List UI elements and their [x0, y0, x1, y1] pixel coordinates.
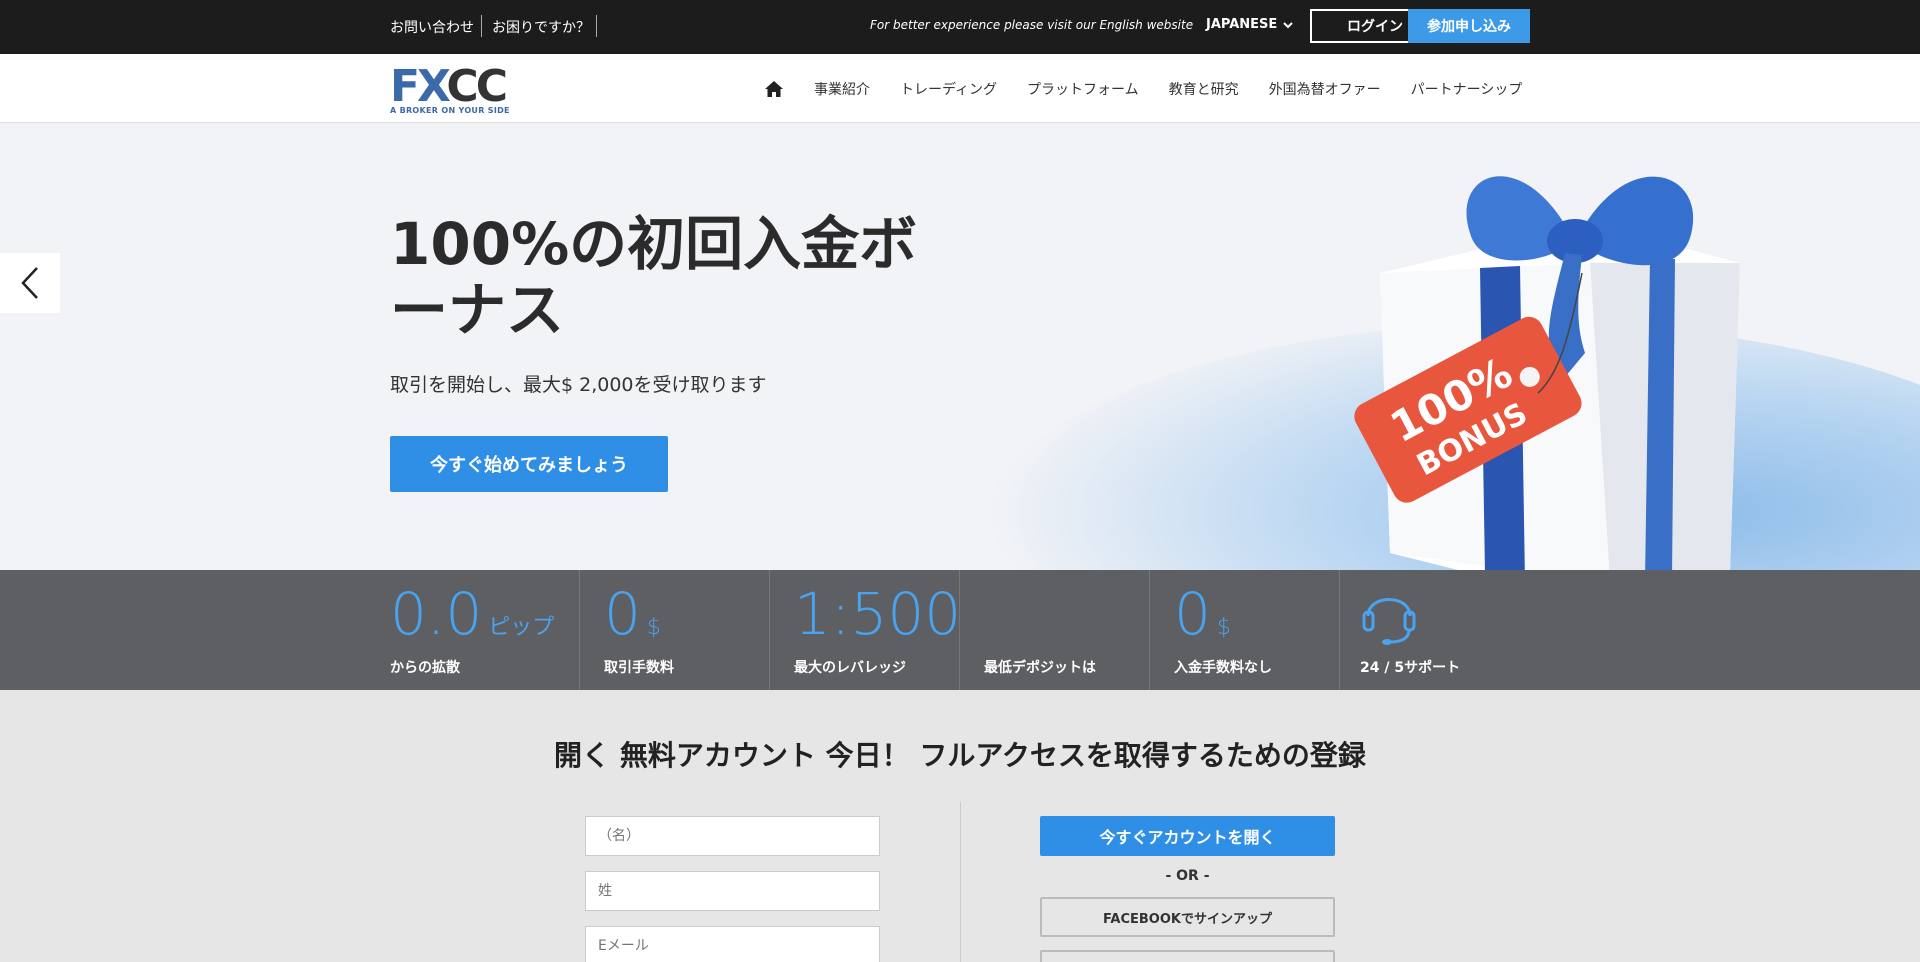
fxcc-logo[interactable]: FXCC A BROKER ON YOUR SIDE — [390, 61, 525, 116]
language-label: JAPANESE — [1206, 17, 1278, 32]
nav-item-about[interactable]: 事業紹介 — [814, 79, 870, 99]
stat-value: 0 $ — [604, 580, 661, 648]
stat-label: 入金手数料なし — [1174, 660, 1272, 676]
open-account-button[interactable]: 今すぐアカウントを開く — [1040, 816, 1335, 856]
stat-value: 0.0 ピップ — [390, 580, 555, 648]
home-icon[interactable] — [764, 80, 784, 98]
stat-value: 1:500 — [794, 580, 962, 648]
carousel-prev-button[interactable] — [0, 253, 60, 313]
hero-title: 100%の初回入金ボーナス — [390, 210, 918, 344]
nav-item-education[interactable]: 教育と研究 — [1169, 79, 1239, 99]
stat-label: 最低デポジットは — [984, 660, 1096, 676]
hero-banner: 100%の初回入金ボーナス 取引を開始し、最大$ 2,000を受け取ります 今す… — [0, 123, 1920, 570]
top-bar: お問い合わせ お困りですか？ For better experience ple… — [0, 0, 1920, 54]
hero-subtitle: 取引を開始し、最大$ 2,000を受け取ります — [390, 374, 767, 396]
facebook-signup-button[interactable]: FACEBOOKでサインアップ — [1040, 897, 1335, 937]
contact-link[interactable]: お問い合わせ — [390, 17, 474, 37]
get-started-button[interactable]: 今すぐ始めてみましょう — [390, 436, 668, 492]
main-nav: 事業紹介 トレーディング プラットフォーム 教育と研究 外国為替オファー パート… — [764, 54, 1522, 123]
logo-tagline: A BROKER ON YOUR SIDE — [390, 106, 510, 115]
nav-item-platform[interactable]: プラットフォーム — [1027, 79, 1139, 99]
nav-item-partnership[interactable]: パートナーシップ — [1411, 79, 1523, 99]
email-input[interactable] — [585, 926, 880, 962]
stat-value — [984, 582, 990, 660]
stat-label: からの拡散 — [390, 660, 460, 676]
stat-spread: 0.0 ピップ からの拡散 — [390, 570, 580, 690]
english-site-link[interactable]: For better experience please visit our E… — [870, 18, 1193, 32]
chevron-down-icon — [1283, 21, 1294, 28]
nav-item-trading[interactable]: トレーディング — [900, 79, 997, 99]
registration-title: 開く 無料アカウント 今日！ フルアクセスを取得するための登録 — [554, 739, 1366, 772]
stats-bar: 0.0 ピップ からの拡散 0 $ 取引手数料 1:500 最大のレバレッジ 最低デ… — [0, 570, 1920, 690]
language-selector[interactable]: JAPANESE — [1206, 17, 1294, 32]
separator — [596, 15, 597, 37]
separator — [481, 15, 482, 37]
stat-deposit-fee: 0 $ 入金手数料なし — [1150, 570, 1340, 690]
other-signup-button[interactable] — [1040, 950, 1335, 962]
first-name-input[interactable] — [585, 816, 880, 856]
stat-label: 取引手数料 — [604, 660, 674, 676]
help-link[interactable]: お困りですか？ — [492, 17, 590, 37]
nav-item-forex-offers[interactable]: 外国為替オファー — [1269, 79, 1381, 99]
stat-label: 最大のレバレッジ — [794, 660, 906, 676]
stat-leverage: 1:500 最大のレバレッジ — [770, 570, 961, 690]
chevron-left-icon — [21, 267, 38, 299]
signup-button[interactable]: 参加申し込み — [1408, 9, 1530, 43]
headset-icon — [1362, 598, 1416, 645]
stat-label: 24 / 5サポート — [1360, 660, 1461, 676]
stat-support: 24 / 5サポート — [1340, 570, 1530, 690]
main-header: FXCC A BROKER ON YOUR SIDE 事業紹介 トレーディング … — [0, 54, 1920, 123]
logo-mark: FXCC — [390, 61, 508, 112]
last-name-input[interactable] — [585, 871, 880, 911]
stat-commission: 0 $ 取引手数料 — [580, 570, 770, 690]
form-divider — [960, 802, 961, 962]
stat-min-deposit: 最低デポジットは — [960, 570, 1150, 690]
stat-value: 0 $ — [1174, 580, 1231, 648]
or-separator: - OR - — [1165, 868, 1210, 884]
gift-box-image: 100% BONUS — [1354, 176, 1740, 570]
